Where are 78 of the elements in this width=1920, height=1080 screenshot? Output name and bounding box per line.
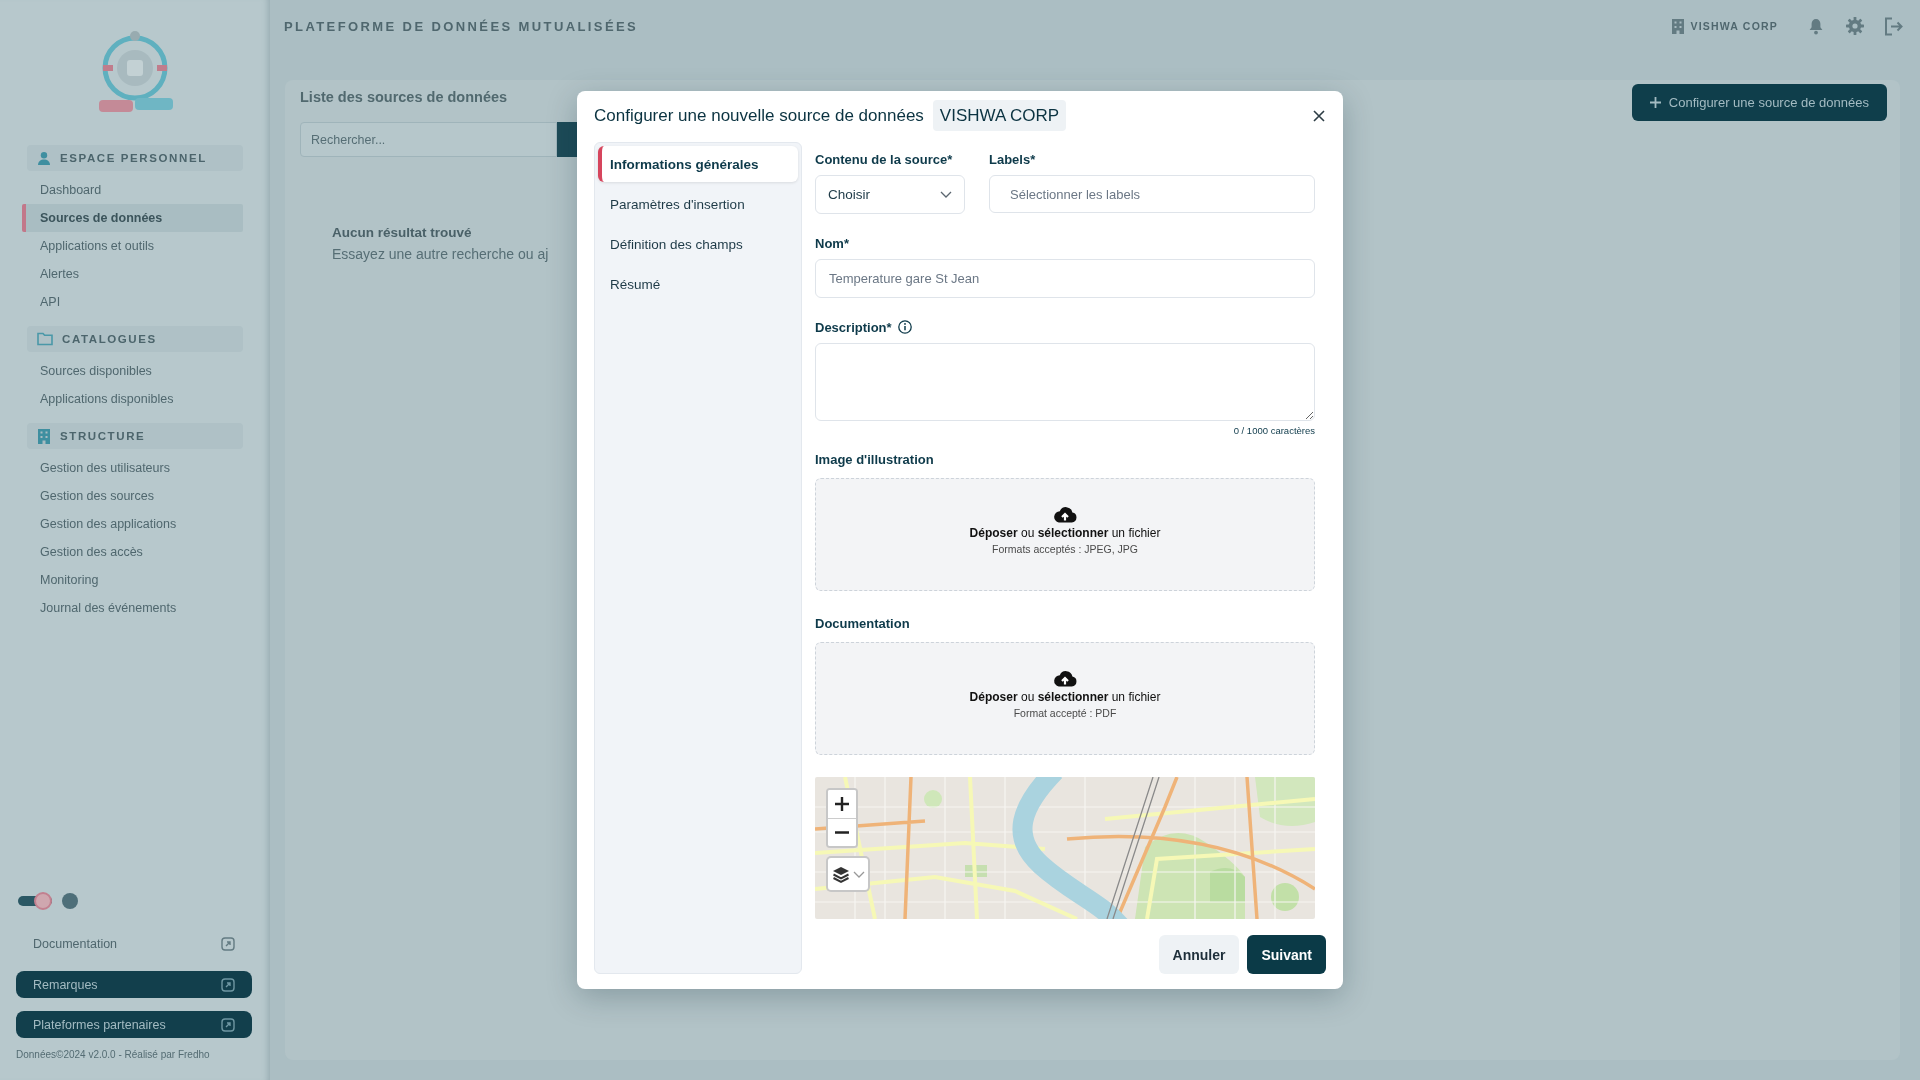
file-dropzone[interactable]: Déposer ou sélectionner un fichier Formats acceptés : JPEG, JPG — [815, 478, 1315, 591]
nav-item[interactable]: Applications et outils — [22, 232, 243, 260]
textarea-field[interactable] — [815, 343, 1315, 421]
nav-item[interactable]: Sources de données — [22, 204, 243, 232]
nav-item[interactable]: API — [22, 288, 243, 316]
field-label: Contenu de la source* — [815, 151, 953, 167]
dropzone-text: Déposer ou sélectionner un fichier — [969, 525, 1161, 540]
chevron-down-icon — [852, 870, 865, 878]
page-title: Liste des sources de données — [300, 89, 508, 105]
organization-badge: VISHWA CORP — [932, 100, 1067, 131]
file-dropzone[interactable]: Déposer ou sélectionner un fichier Format accepté : PDF — [815, 642, 1315, 755]
plus-icon — [1649, 97, 1661, 108]
field-label: Description* — [815, 319, 892, 335]
building-icon — [1670, 18, 1685, 34]
modal-title: Configurer une nouvelle source de données — [594, 105, 924, 126]
section-header[interactable]: STRUCTURE — [27, 423, 243, 449]
dropdown-select[interactable]: Choisir — [815, 175, 965, 214]
nav-item[interactable]: Journal des événements — [22, 594, 243, 622]
organization-name: VISHWA CORP — [1690, 20, 1778, 32]
sidebar-button[interactable]: Plateformes partenaires — [16, 1011, 252, 1038]
section-title: CATALOGUES — [62, 333, 157, 345]
moon-icon — [62, 893, 78, 909]
app-title: PLATEFORME DE DONNÉES MUTUALISÉES — [284, 18, 639, 34]
field-label: Image d'illustration — [815, 451, 934, 467]
person-icon — [37, 151, 51, 165]
nav-item[interactable]: Sources disponibles — [22, 357, 243, 385]
empty-state-hint: Essayez une autre recherche ou aj — [332, 246, 549, 262]
section-header[interactable]: CATALOGUES — [27, 326, 243, 352]
plus-icon — [835, 797, 849, 811]
building-icon — [37, 428, 51, 444]
field-label: Labels* — [989, 151, 1036, 167]
external-link-icon — [221, 937, 235, 951]
primary-button[interactable]: Suivant — [1247, 935, 1326, 974]
footer-text: Données©2024 v2.0.0 - Réalisé par Fredho — [16, 1049, 211, 1061]
nav-item[interactable]: Dashboard — [22, 176, 243, 204]
bell-icon[interactable] — [1808, 17, 1824, 35]
sidebar-button[interactable]: Remarques — [16, 971, 252, 998]
secondary-button[interactable]: Annuler — [1158, 935, 1240, 974]
step-tab[interactable]: Définition des champs — [598, 226, 798, 262]
section-title: ESPACE PERSONNEL — [60, 152, 207, 164]
step-tab[interactable]: Paramètres d'insertion — [598, 186, 798, 222]
field-label: Documentation — [815, 615, 910, 631]
tags-input-field[interactable]: Sélectionner les labels — [989, 175, 1315, 213]
minus-icon — [835, 831, 849, 834]
close-icon — [1313, 109, 1325, 122]
empty-state-title: Aucun résultat trouvé — [332, 225, 472, 240]
nav-item[interactable]: Applications disponibles — [22, 385, 243, 413]
section-title: STRUCTURE — [60, 430, 146, 442]
field-label: Nom* — [815, 235, 849, 251]
section-header[interactable]: ESPACE PERSONNEL — [27, 145, 243, 171]
nav-item[interactable]: Monitoring — [22, 566, 243, 594]
step-tab[interactable]: Informations générales — [598, 146, 798, 182]
external-link-icon — [221, 1017, 235, 1032]
chevron-down-icon — [940, 191, 952, 198]
zoom-out-button[interactable] — [828, 818, 856, 846]
nav-item[interactable]: Gestion des applications — [22, 510, 243, 538]
add-source-button[interactable]: Configurer une source de données — [1631, 84, 1887, 121]
layers-icon — [831, 865, 850, 883]
dropzone-hint: Format accepté : PDF — [1013, 706, 1117, 719]
dropzone-hint: Formats acceptés : JPEG, JPG — [992, 542, 1138, 555]
character-counter: 0 / 1000 caractères — [1233, 425, 1315, 437]
folder-icon — [37, 332, 53, 346]
nav-item[interactable]: Gestion des accès — [22, 538, 243, 566]
external-link-icon — [221, 977, 235, 992]
theme-toggle[interactable] — [18, 892, 52, 910]
text-input-field[interactable]: Temperature gare St Jean — [815, 259, 1315, 298]
cloud-upload-icon — [1053, 504, 1077, 523]
logout-icon[interactable] — [1884, 16, 1903, 36]
step-tab[interactable]: Résumé — [598, 266, 798, 302]
cloud-upload-icon — [1053, 668, 1077, 687]
gear-icon[interactable] — [1846, 17, 1864, 35]
layers-button[interactable] — [826, 856, 870, 892]
search-field[interactable]: Rechercher... — [300, 122, 557, 157]
nav-item[interactable]: Gestion des utilisateurs — [22, 454, 243, 482]
nav-item[interactable]: Alertes — [22, 260, 243, 288]
documentation-link[interactable]: Documentation — [16, 932, 252, 956]
nav-item[interactable]: Gestion des sources — [22, 482, 243, 510]
dropzone-text: Déposer ou sélectionner un fichier — [969, 689, 1161, 704]
